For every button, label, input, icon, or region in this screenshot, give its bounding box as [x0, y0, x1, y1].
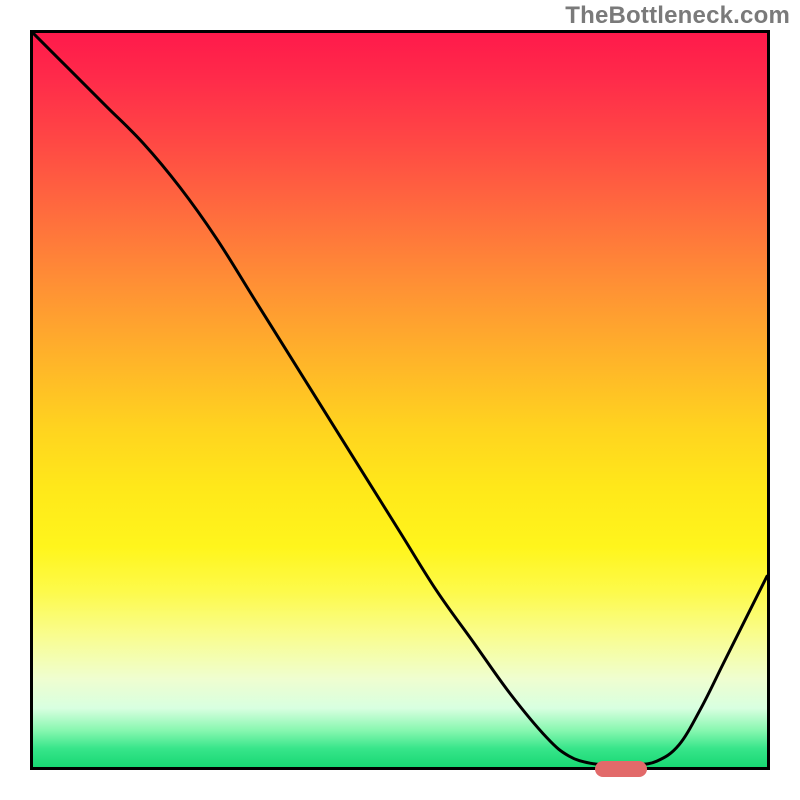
chart-container: TheBottleneck.com — [0, 0, 800, 800]
line-series — [33, 33, 767, 767]
plot-area — [30, 30, 770, 770]
watermark-text: TheBottleneck.com — [565, 2, 790, 30]
optimal-marker — [595, 761, 647, 777]
